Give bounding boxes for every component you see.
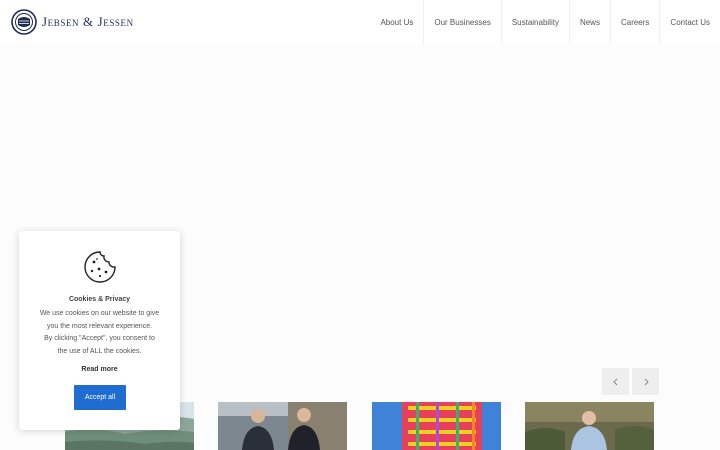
cookie-text: We use cookies on our website to give yo… xyxy=(29,308,170,358)
carousel-card-forest[interactable] xyxy=(525,402,654,450)
carousel-card-scaffold[interactable] xyxy=(372,402,501,450)
logo-text: Jebsen & Jessen xyxy=(42,14,134,29)
read-more-link[interactable]: Read more xyxy=(19,366,180,373)
site-header: Jebsen & Jessen About Us Our Businesses … xyxy=(0,0,720,44)
carousel-prev-button[interactable] xyxy=(602,368,629,395)
cookie-text-line: the use of ALL the cookies. xyxy=(57,347,142,355)
nav-our-businesses[interactable]: Our Businesses xyxy=(423,0,500,44)
cookie-text-line: We use cookies on our website to give xyxy=(39,310,160,317)
nav-sustainability[interactable]: Sustainability xyxy=(500,0,569,44)
crest-emblem-icon xyxy=(11,9,37,35)
main-nav: About Us Our Businesses Sustainability N… xyxy=(370,0,720,44)
cookie-text-line: you the most relevant experience. xyxy=(46,322,153,330)
nav-contact-us[interactable]: Contact Us xyxy=(659,0,720,44)
nav-news[interactable]: News xyxy=(568,0,610,44)
carousel-next-button[interactable] xyxy=(632,368,659,395)
cookie-text-line: By clicking "Accept", you consent to xyxy=(44,335,155,343)
nav-about-us[interactable]: About Us xyxy=(370,0,423,44)
logo[interactable]: Jebsen & Jessen xyxy=(11,9,134,35)
carousel-card-two-men[interactable] xyxy=(218,402,347,450)
nav-careers[interactable]: Careers xyxy=(609,0,659,44)
chevron-left-icon xyxy=(612,378,617,385)
cookie-title: Cookies & Privacy xyxy=(68,296,131,303)
two-men-photo xyxy=(218,402,347,450)
colorful-scaffold-photo xyxy=(372,402,501,450)
cookie-icon xyxy=(84,251,116,283)
man-in-forest-photo xyxy=(525,402,654,450)
cookie-banner: Cookies & Privacy We use cookies on our … xyxy=(19,231,180,430)
accept-all-button[interactable]: Accept all xyxy=(74,385,126,410)
chevron-right-icon xyxy=(644,378,649,385)
